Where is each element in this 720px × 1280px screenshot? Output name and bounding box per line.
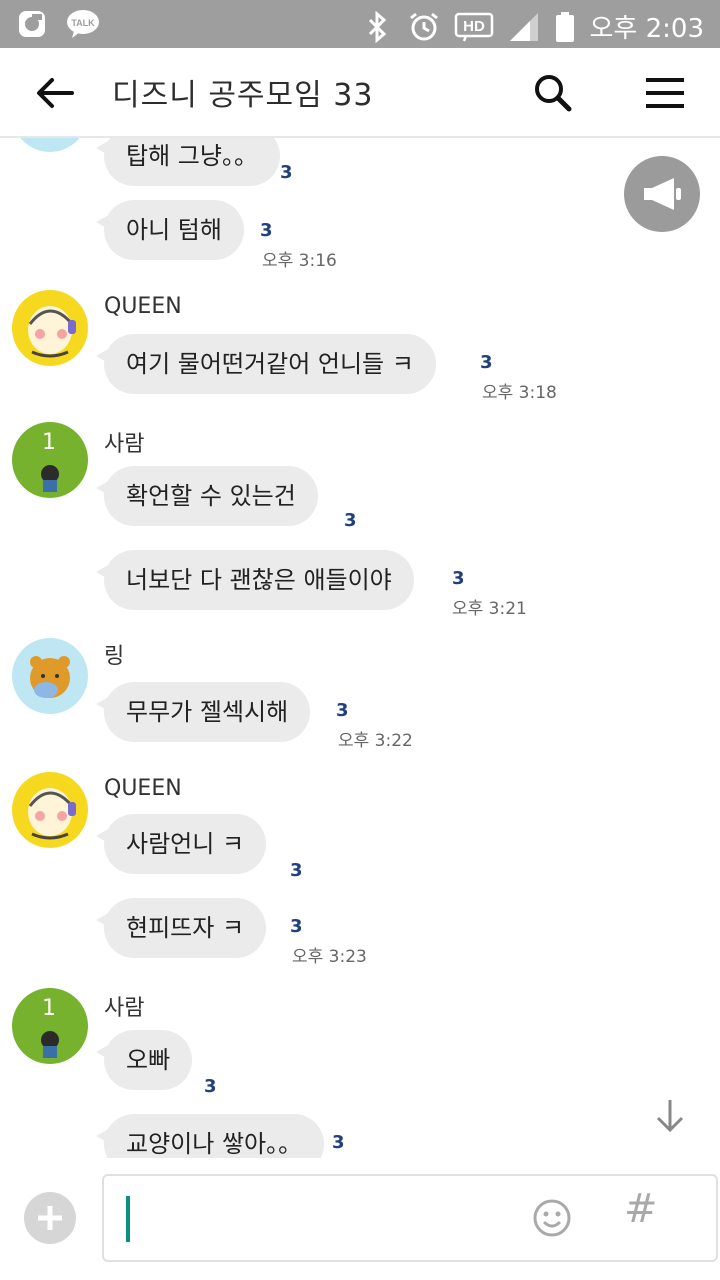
arrow-down-icon [656,1100,684,1133]
unread-count: 3 [452,568,465,589]
message-bubble[interactable]: 여기 물어떤거같어 언니들 ㅋ [96,334,436,394]
text-caret [126,1196,130,1242]
signal-icon [508,11,540,43]
search-icon [535,75,572,112]
alarm-icon [408,11,440,43]
message-composer: # [0,1158,720,1280]
chat-header: 디즈니 공주모임 33 [0,48,720,138]
hamburger-menu-icon [646,78,684,108]
hashtag-search-button[interactable]: # [624,1186,658,1232]
avatar-ring[interactable] [12,638,88,714]
megaphone-icon [644,178,681,210]
attach-button[interactable] [24,1192,76,1244]
character-avatar-icon [28,788,76,840]
hd-icon: HD [454,11,494,43]
unread-count: 3 [344,510,357,531]
chat-room-title: 디즈니 공주모임 33 [112,78,374,113]
svg-text:TALK: TALK [71,18,95,28]
unread-count: 3 [204,1076,217,1097]
message-text: 사람언니 ㅋ [126,830,245,858]
svg-text:HD: HD [463,18,485,35]
sender-name: 사람 [104,432,145,457]
emoticon-button[interactable] [532,1198,572,1238]
status-bar: TALK HD 오후 2:03 [0,0,720,48]
avatar[interactable] [12,138,88,152]
avatar-person[interactable]: 1 [12,988,88,1064]
bear-character-icon [30,656,70,698]
unread-count: 3 [332,1132,345,1153]
character-avatar-icon [28,306,76,358]
o-icon [16,8,48,40]
battery-icon [554,11,576,43]
message-bubble[interactable]: 사람언니 ㅋ [95,814,267,874]
message-time: 오후 3:23 [292,947,367,967]
avatar-person[interactable]: 1 [12,422,88,498]
avatar-badge: 1 [42,996,56,1021]
message-bubble[interactable]: 오빠 [95,1030,193,1090]
unread-count: 3 [280,162,293,183]
unread-count: 3 [336,700,349,721]
message-text: 무무가 젤섹시해 [126,698,289,726]
unread-count: 3 [290,860,303,881]
bluetooth-icon [362,10,394,43]
message-time: 오후 3:18 [482,383,557,403]
message-text: 확언할 수 있는건 [126,482,296,510]
scroll-down-button[interactable] [652,1096,688,1136]
sender-name: 사람 [104,996,145,1021]
message-bubble[interactable]: 교양이나 쌓아。。 [95,1114,325,1158]
chat-message-list[interactable]: 탑해 그냥。。 3 아니 텀해 3 오후 3:16 QUEEN 여기 물어떤거같… [0,138,720,1158]
unread-count: 3 [480,352,493,373]
message-time: 오후 3:21 [452,599,527,619]
message-bubble[interactable]: 확언할 수 있는건 [96,466,318,526]
message-input[interactable]: # [102,1174,718,1262]
sender-name: QUEEN [104,776,182,801]
message-bubble[interactable]: 탑해 그냥。。 [96,138,280,186]
plus-icon [38,1206,62,1230]
kakaotalk-icon: TALK [66,8,100,40]
message-text: 너보단 다 괜찮은 애들이야 [126,566,392,594]
message-bubble[interactable]: 무무가 젤섹시해 [95,682,311,742]
clock: 오후 2:03 [589,14,705,44]
avatar-queen[interactable] [12,772,88,848]
message-bubble[interactable]: 현피뜨자 ㅋ [95,898,267,958]
menu-button[interactable] [640,68,690,118]
message-bubble[interactable]: 아니 텀해 [96,200,244,260]
sender-name: 링 [104,644,125,669]
notice-button[interactable] [624,156,700,232]
avatar-queen[interactable] [12,290,88,366]
message-text: 교양이나 쌓아。。 [126,1130,303,1158]
message-time: 오후 3:16 [262,251,337,271]
message-text: 여기 물어떤거같어 언니들 ㅋ [126,350,414,378]
smiley-icon [533,1199,571,1237]
message-bubble[interactable]: 너보단 다 괜찮은 애들이야 [96,550,414,610]
message-text: 탑해 그냥。。 [126,142,258,170]
arrow-left-icon [37,78,74,108]
message-text: 현피뜨자 ㅋ [126,914,245,942]
search-button[interactable] [528,68,578,118]
unread-count: 3 [260,220,273,241]
sender-name: QUEEN [104,294,182,319]
message-text: 아니 텀해 [126,216,222,244]
back-button[interactable] [30,68,80,118]
unread-count: 3 [290,916,303,937]
message-time: 오후 3:22 [338,731,413,751]
avatar-badge: 1 [42,430,56,455]
message-text: 오빠 [126,1046,171,1074]
